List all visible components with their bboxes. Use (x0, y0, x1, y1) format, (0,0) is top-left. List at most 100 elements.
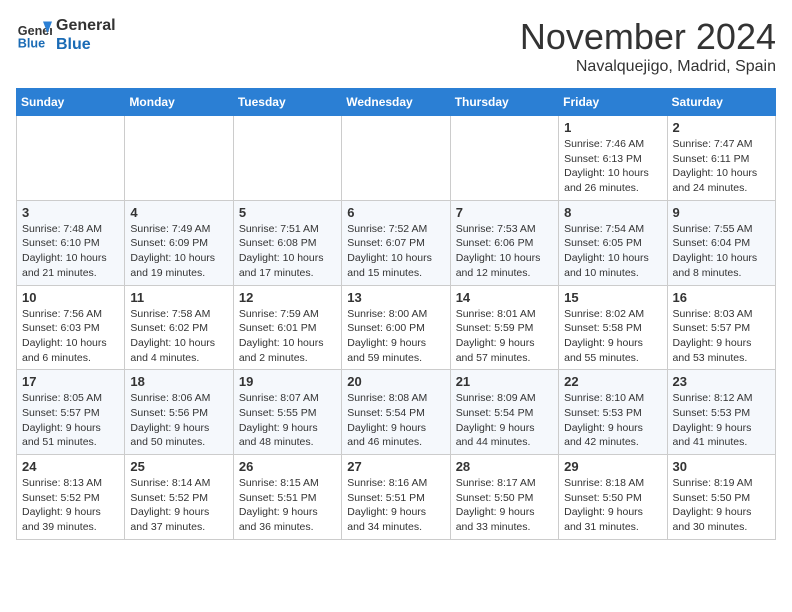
day-number: 6 (347, 205, 444, 220)
calendar-header-thursday: Thursday (450, 89, 558, 116)
calendar-header-tuesday: Tuesday (233, 89, 341, 116)
calendar-header-row: SundayMondayTuesdayWednesdayThursdayFrid… (17, 89, 776, 116)
calendar-week-1: 1Sunrise: 7:46 AMSunset: 6:13 PMDaylight… (17, 116, 776, 201)
calendar-body: 1Sunrise: 7:46 AMSunset: 6:13 PMDaylight… (17, 116, 776, 540)
calendar-table: SundayMondayTuesdayWednesdayThursdayFrid… (16, 88, 776, 540)
day-info: Sunrise: 8:09 AMSunset: 5:54 PMDaylight:… (456, 391, 553, 450)
day-number: 14 (456, 290, 553, 305)
day-info: Sunrise: 8:02 AMSunset: 5:58 PMDaylight:… (564, 307, 661, 366)
day-info: Sunrise: 7:46 AMSunset: 6:13 PMDaylight:… (564, 137, 661, 196)
calendar-cell: 26Sunrise: 8:15 AMSunset: 5:51 PMDayligh… (233, 455, 341, 540)
logo: General Blue General Blue (16, 16, 116, 54)
page-header: General Blue General Blue November 2024 … (16, 16, 776, 76)
day-info: Sunrise: 8:13 AMSunset: 5:52 PMDaylight:… (22, 476, 119, 535)
day-info: Sunrise: 8:12 AMSunset: 5:53 PMDaylight:… (673, 391, 770, 450)
calendar-cell: 29 Sunrise: 8:18 AMSunset: 5:50 PMDayligh… (559, 455, 667, 540)
calendar-week-2: 3Sunrise: 7:48 AMSunset: 6:10 PMDaylight… (17, 200, 776, 285)
day-number: 2 (673, 120, 770, 135)
calendar-cell: 3Sunrise: 7:48 AMSunset: 6:10 PMDaylight… (17, 200, 125, 285)
calendar-cell: 25 Sunrise: 8:14 AMSunset: 5:52 PMDayligh… (125, 455, 233, 540)
day-info: Sunrise: 8:00 AMSunset: 6:00 PMDaylight:… (347, 307, 444, 366)
day-info: Sunrise: 8:10 AMSunset: 5:53 PMDaylight:… (564, 391, 661, 450)
day-info: Sunrise: 7:55 AMSunset: 6:04 PMDaylight:… (673, 222, 770, 281)
calendar-header-wednesday: Wednesday (342, 89, 450, 116)
calendar-cell: 20 Sunrise: 8:08 AMSunset: 5:54 PMDayligh… (342, 370, 450, 455)
day-number: 30 (673, 459, 770, 474)
calendar-cell: 12Sunrise: 7:59 AMSunset: 6:01 PMDayligh… (233, 285, 341, 370)
calendar-cell: 14 Sunrise: 8:01 AMSunset: 5:59 PMDayligh… (450, 285, 558, 370)
day-number: 5 (239, 205, 336, 220)
day-number: 16 (673, 290, 770, 305)
calendar-cell: 16 Sunrise: 8:03 AMSunset: 5:57 PMDayligh… (667, 285, 775, 370)
day-number: 25 (130, 459, 227, 474)
day-number: 13 (347, 290, 444, 305)
day-number: 22 (564, 374, 661, 389)
day-number: 29 (564, 459, 661, 474)
day-info: Sunrise: 7:51 AMSunset: 6:08 PMDaylight:… (239, 222, 336, 281)
day-info: Sunrise: 7:52 AMSunset: 6:07 PMDaylight:… (347, 222, 444, 281)
calendar-cell: 8 Sunrise: 7:54 AMSunset: 6:05 PMDaylight… (559, 200, 667, 285)
calendar-header-friday: Friday (559, 89, 667, 116)
day-number: 24 (22, 459, 119, 474)
day-info: Sunrise: 7:49 AMSunset: 6:09 PMDaylight:… (130, 222, 227, 281)
day-number: 12 (239, 290, 336, 305)
calendar-header-monday: Monday (125, 89, 233, 116)
day-info: Sunrise: 7:47 AMSunset: 6:11 PMDaylight:… (673, 137, 770, 196)
calendar-cell: 13 Sunrise: 8:00 AMSunset: 6:00 PMDayligh… (342, 285, 450, 370)
day-number: 11 (130, 290, 227, 305)
day-number: 3 (22, 205, 119, 220)
day-number: 7 (456, 205, 553, 220)
day-info: Sunrise: 7:53 AMSunset: 6:06 PMDaylight:… (456, 222, 553, 281)
calendar-cell: 28 Sunrise: 8:17 AMSunset: 5:50 PMDayligh… (450, 455, 558, 540)
day-number: 8 (564, 205, 661, 220)
calendar-header-saturday: Saturday (667, 89, 775, 116)
day-number: 28 (456, 459, 553, 474)
day-info: Sunrise: 8:06 AMSunset: 5:56 PMDaylight:… (130, 391, 227, 450)
day-number: 20 (347, 374, 444, 389)
calendar-cell: 1Sunrise: 7:46 AMSunset: 6:13 PMDaylight… (559, 116, 667, 201)
calendar-cell: 10Sunrise: 7:56 AMSunset: 6:03 PMDayligh… (17, 285, 125, 370)
day-info: Sunrise: 7:56 AMSunset: 6:03 PMDaylight:… (22, 307, 119, 366)
calendar-cell (125, 116, 233, 201)
day-number: 27 (347, 459, 444, 474)
day-info: Sunrise: 8:18 AMSunset: 5:50 PMDaylight:… (564, 476, 661, 535)
calendar-cell: 27Sunrise: 8:16 AMSunset: 5:51 PMDayligh… (342, 455, 450, 540)
calendar-cell: 22 Sunrise: 8:10 AMSunset: 5:53 PMDayligh… (559, 370, 667, 455)
day-info: Sunrise: 8:17 AMSunset: 5:50 PMDaylight:… (456, 476, 553, 535)
location-title: Navalquejigo, Madrid, Spain (520, 58, 776, 76)
day-number: 4 (130, 205, 227, 220)
day-info: Sunrise: 8:05 AMSunset: 5:57 PMDaylight:… (22, 391, 119, 450)
day-info: Sunrise: 8:08 AMSunset: 5:54 PMDaylight:… (347, 391, 444, 450)
logo-line1: General (56, 16, 116, 35)
day-number: 21 (456, 374, 553, 389)
day-number: 17 (22, 374, 119, 389)
day-info: Sunrise: 8:01 AMSunset: 5:59 PMDaylight:… (456, 307, 553, 366)
day-info: Sunrise: 7:54 AMSunset: 6:05 PMDaylight:… (564, 222, 661, 281)
calendar-cell (233, 116, 341, 201)
day-info: Sunrise: 8:03 AMSunset: 5:57 PMDaylight:… (673, 307, 770, 366)
day-info: Sunrise: 8:07 AMSunset: 5:55 PMDaylight:… (239, 391, 336, 450)
calendar-cell: 2 Sunrise: 7:47 AMSunset: 6:11 PMDaylight… (667, 116, 775, 201)
calendar-cell: 19 Sunrise: 8:07 AMSunset: 5:55 PMDayligh… (233, 370, 341, 455)
title-area: November 2024 Navalquejigo, Madrid, Spai… (520, 16, 776, 76)
day-info: Sunrise: 7:58 AMSunset: 6:02 PMDaylight:… (130, 307, 227, 366)
day-number: 19 (239, 374, 336, 389)
calendar-cell: 9 Sunrise: 7:55 AMSunset: 6:04 PMDaylight… (667, 200, 775, 285)
calendar-cell: 11 Sunrise: 7:58 AMSunset: 6:02 PMDayligh… (125, 285, 233, 370)
day-number: 9 (673, 205, 770, 220)
calendar-cell: 7 Sunrise: 7:53 AMSunset: 6:06 PMDaylight… (450, 200, 558, 285)
calendar-cell (17, 116, 125, 201)
day-info: Sunrise: 8:19 AMSunset: 5:50 PMDaylight:… (673, 476, 770, 535)
logo-line2: Blue (56, 35, 116, 54)
day-number: 23 (673, 374, 770, 389)
calendar-cell: 18Sunrise: 8:06 AMSunset: 5:56 PMDayligh… (125, 370, 233, 455)
calendar-cell: 15Sunrise: 8:02 AMSunset: 5:58 PMDayligh… (559, 285, 667, 370)
day-info: Sunrise: 8:15 AMSunset: 5:51 PMDaylight:… (239, 476, 336, 535)
logo-icon: General Blue (16, 17, 52, 53)
svg-text:Blue: Blue (18, 37, 45, 51)
day-info: Sunrise: 8:14 AMSunset: 5:52 PMDaylight:… (130, 476, 227, 535)
calendar-cell: 24 Sunrise: 8:13 AMSunset: 5:52 PMDayligh… (17, 455, 125, 540)
calendar-cell (450, 116, 558, 201)
calendar-cell: 4 Sunrise: 7:49 AMSunset: 6:09 PMDaylight… (125, 200, 233, 285)
calendar-cell (342, 116, 450, 201)
